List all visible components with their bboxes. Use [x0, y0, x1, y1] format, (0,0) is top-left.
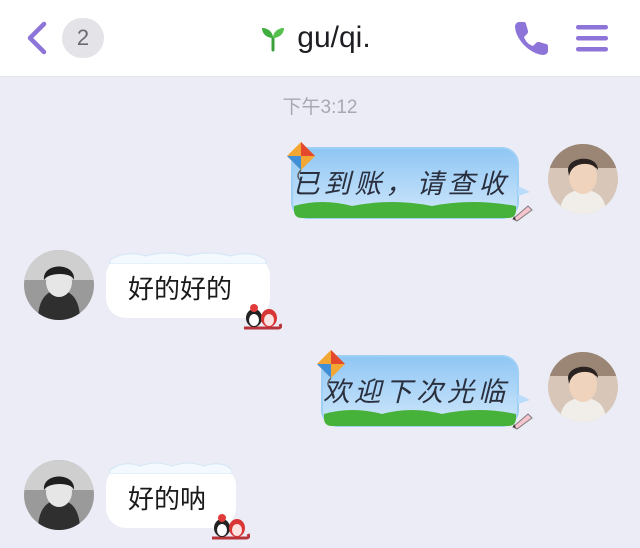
phone-icon[interactable]	[510, 16, 554, 60]
chevron-left-icon[interactable]	[22, 20, 52, 56]
message-bubble-incoming[interactable]: 好的呐	[106, 462, 250, 540]
penguin-sled-icon	[244, 304, 282, 330]
message-text: 欢迎下次光临	[323, 376, 509, 408]
avatar-self[interactable]	[548, 144, 618, 214]
message-timestamp: 下午3:12	[282, 97, 358, 118]
message-bubble-incoming[interactable]: 好的好的	[106, 252, 282, 330]
message-text: 好的好的	[128, 274, 233, 305]
avatar-contact[interactable]	[24, 460, 94, 530]
chat-title[interactable]: gu/qi.	[297, 21, 370, 55]
sprout-icon	[262, 28, 285, 52]
message-text: 好的呐	[128, 484, 207, 515]
message-bubble-outgoing[interactable]: 已到账，请查收	[282, 140, 538, 222]
message-text: 已到账，请查收	[292, 168, 510, 200]
avatar-self[interactable]	[548, 352, 618, 422]
penguin-sled-icon	[212, 514, 250, 540]
message-bubble-outgoing[interactable]: 欢迎下次光临	[312, 348, 538, 430]
avatar-contact[interactable]	[24, 250, 94, 320]
snow-cap	[109, 462, 233, 474]
chat-header: 2 gu/qi.	[0, 0, 640, 77]
snow-cap	[109, 252, 267, 264]
unread-count-badge[interactable]: 2	[62, 18, 104, 58]
menu-icon[interactable]	[574, 22, 610, 54]
